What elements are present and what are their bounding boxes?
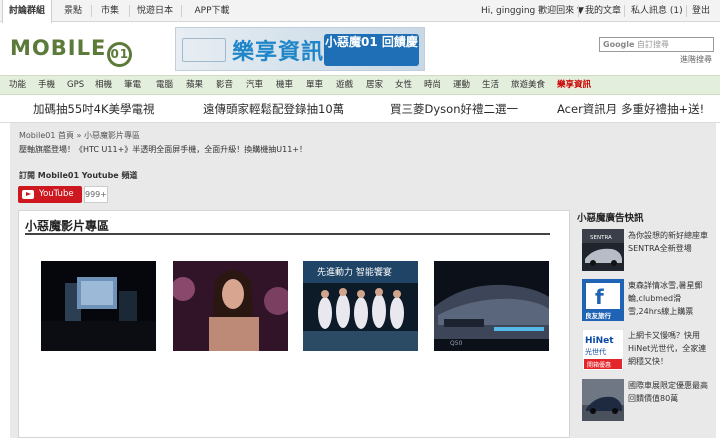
breadcrumb[interactable]: Mobile01 首頁 » 小惡魔影片專區	[19, 130, 140, 141]
divider	[624, 5, 625, 17]
top-bar: 討論群組 景點 市集 悅遊日本 APP下載 Hi, gingging 歡迎回來 …	[0, 0, 720, 23]
category-apple[interactable]: 蘋果	[186, 76, 203, 95]
user-greeting-menu[interactable]: Hi, gingging 歡迎回來 ▼	[481, 0, 584, 22]
category-home[interactable]: 居家	[366, 76, 383, 95]
logo-mark: 01	[107, 42, 133, 67]
divider	[129, 5, 130, 17]
portrait-thumbnail-icon	[173, 261, 288, 351]
promo-strip: 加碼抽55吋4K美學電視 遠傳頭家輕鬆配登錄抽10萬 買三菱Dyson好禮二選一…	[0, 96, 720, 123]
jaguar-car-ad-icon	[582, 379, 624, 421]
sidebar-ad[interactable]: f 良友旅行 東森詳情冰雪,暑星郵輪,clubmed滑雪,24hrs線上購票	[582, 279, 712, 321]
subscriber-count: 999+	[84, 186, 108, 203]
category-computer[interactable]: 電腦	[156, 76, 173, 95]
video-thumbnail[interactable]	[173, 261, 288, 351]
category-function[interactable]: 功能	[9, 76, 26, 95]
circuit-graphic-icon	[182, 38, 226, 62]
sidebar-ad[interactable]: SENTRA 為你設想的新好總座車SENTRA全新登場	[582, 229, 712, 271]
banner-title: 樂享資訊	[232, 40, 325, 65]
divider	[686, 5, 687, 17]
page-root: 討論群組 景點 市集 悅遊日本 APP下載 Hi, gingging 歡迎回來 …	[0, 0, 720, 438]
youtube-label: YouTube	[39, 189, 74, 199]
category-travel-food[interactable]: 旅遊美食	[511, 76, 545, 95]
category-sports[interactable]: 運動	[453, 76, 470, 95]
category-games[interactable]: 遊戲	[336, 76, 353, 95]
category-motorcycle[interactable]: 機車	[276, 76, 293, 95]
section-divider	[25, 233, 550, 235]
svg-text:HiNet: HiNet	[585, 336, 614, 346]
category-fashion[interactable]: 時尚	[424, 76, 441, 95]
svg-text:光世代: 光世代	[585, 347, 606, 356]
banner-subtitle: 小惡魔01 回饋慶	[324, 34, 419, 66]
tab-japan[interactable]: 悅遊日本	[133, 0, 177, 22]
category-bicycle[interactable]: 單車	[306, 76, 323, 95]
svg-text:先進動力 智能饗宴: 先進動力 智能饗宴	[317, 266, 392, 278]
svg-text:SENTRA: SENTRA	[590, 235, 612, 241]
product-launch-thumbnail-icon: 先進動力 智能饗宴	[303, 261, 418, 351]
category-gps[interactable]: GPS	[67, 76, 84, 95]
promo-link[interactable]: 加碼抽55吋4K美學電視	[33, 96, 155, 123]
category-lexiang-info[interactable]: 樂享資訊	[557, 76, 591, 95]
category-life[interactable]: 生活	[482, 76, 499, 95]
divider	[578, 5, 579, 17]
building-screen-thumbnail-icon	[41, 261, 156, 351]
sidebar-title: 小惡魔廣告快訊	[577, 213, 644, 224]
sidebar-ad[interactable]: 國際車展限定優惠最高回饋價值80萬	[582, 379, 712, 421]
sidebar-ad[interactable]: HiNet 光世代 開箱優惠 上網卡又慢嗎？快用HiNet光世代，全家連網穩又快…	[582, 329, 712, 371]
video-thumbnail[interactable]	[41, 261, 156, 351]
google-brand: Google	[603, 40, 635, 49]
ad-text: 上網卡又慢嗎？快用HiNet光世代，全家連網穩又快！	[628, 331, 707, 366]
my-articles-link[interactable]: 我的文章	[585, 0, 621, 22]
category-laptop[interactable]: 筆電	[124, 76, 141, 95]
announcement-text[interactable]: 壓軸旗艦登場！《HTC U11+》半透明全面屏手機，全面升級！換購機抽U11+！	[19, 144, 307, 155]
advanced-search-link[interactable]: 進階搜尋	[680, 54, 712, 65]
section-title: 小惡魔影片專區	[25, 219, 110, 233]
subscribe-label: 訂閱 Mobile01 Youtube 頻道	[19, 171, 138, 180]
tab-market[interactable]: 市集	[95, 0, 125, 22]
video-thumbnail[interactable]: Q50	[434, 261, 549, 351]
divider	[181, 5, 182, 17]
promo-banner[interactable]: 樂享資訊 小惡魔01 回饋慶	[175, 27, 425, 71]
ad-text: 東森詳情冰雪,暑星郵輪,clubmed滑雪,24hrs線上購票	[628, 281, 703, 316]
promo-link[interactable]: 遠傳頭家輕鬆配登錄抽10萬	[203, 96, 344, 123]
logo-text: MOBILE	[10, 36, 107, 60]
ad-text: 國際車展限定優惠最高回饋價值80萬	[628, 381, 708, 403]
car-thumbnail-icon: Q50	[434, 261, 549, 351]
travel-agency-ad-icon: f 良友旅行	[582, 279, 624, 321]
site-logo[interactable]: MOBILE 01	[10, 36, 133, 67]
tab-spots[interactable]: 景點	[58, 0, 88, 22]
private-messages-link[interactable]: 私人訊息 (1)	[631, 0, 683, 22]
category-phone[interactable]: 手機	[38, 76, 55, 95]
youtube-play-icon	[22, 190, 34, 199]
svg-text:良友旅行: 良友旅行	[585, 311, 612, 320]
category-av[interactable]: 影音	[216, 76, 233, 95]
ad-text: 為你設想的新好總座車SENTRA全新登場	[628, 231, 708, 253]
video-thumbnail[interactable]: 先進動力 智能饗宴	[303, 261, 418, 351]
search-placeholder: 自訂搜尋	[637, 40, 669, 49]
search-input[interactable]: Google 自訂搜尋	[599, 37, 714, 52]
tab-app-download[interactable]: APP下載	[185, 0, 239, 22]
tab-discussion[interactable]: 討論群組	[2, 0, 52, 23]
svg-text:Q50: Q50	[450, 340, 463, 347]
category-women[interactable]: 女性	[395, 76, 412, 95]
promo-link[interactable]: 買三菱Dyson好禮二選一	[390, 96, 518, 123]
hinet-ad-icon: HiNet 光世代 開箱優惠	[582, 329, 624, 371]
promo-link[interactable]: Acer資訊月 多重好禮抽+送!	[557, 96, 720, 123]
category-camera[interactable]: 相機	[95, 76, 112, 95]
divider	[91, 5, 92, 17]
svg-text:開箱優惠: 開箱優惠	[587, 361, 611, 369]
main-content: Mobile01 首頁 » 小惡魔影片專區 壓軸旗艦登場！《HTC U11+》半…	[10, 123, 716, 438]
logout-link[interactable]: 登出	[692, 0, 710, 22]
svg-text:f: f	[595, 285, 604, 309]
category-car[interactable]: 汽車	[246, 76, 263, 95]
sentra-car-ad-icon: SENTRA	[582, 229, 624, 271]
category-nav: 功能 手機 GPS 相機 筆電 電腦 蘋果 影音 汽車 機車 單車 遊戲 居家 …	[0, 75, 720, 95]
youtube-subscribe-button[interactable]: YouTube	[18, 186, 82, 203]
